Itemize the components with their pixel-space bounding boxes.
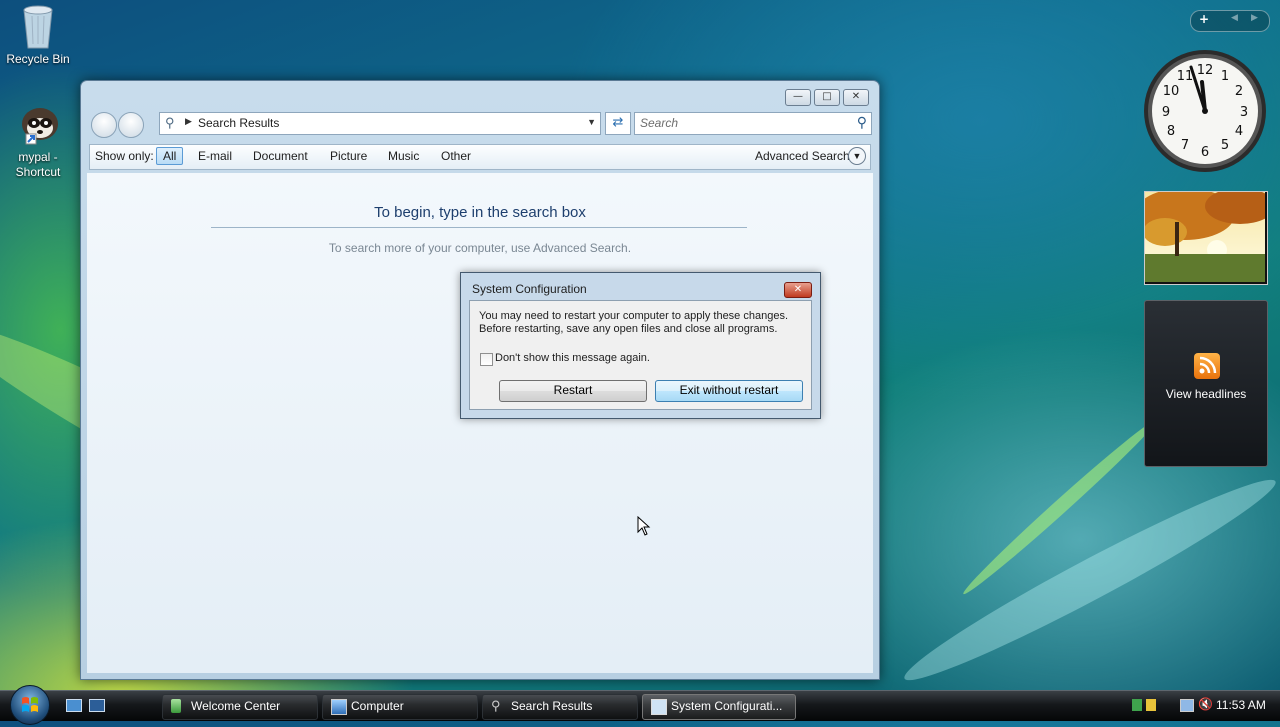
search-icon[interactable]: ⚲	[857, 114, 867, 131]
window-controls: — □ ✕	[785, 89, 869, 106]
system-tray: 🔇 11:53 AM	[1128, 691, 1280, 721]
start-button[interactable]	[10, 685, 50, 725]
autumn-photo-image	[1135, 188, 1275, 282]
clock-number: 8	[1167, 124, 1175, 139]
clock-time[interactable]: 11:53 AM	[1216, 698, 1266, 712]
clock-number: 7	[1181, 138, 1189, 153]
taskbar-computer[interactable]: Computer	[322, 694, 478, 720]
windows-logo-icon	[22, 697, 38, 712]
slideshow-gadget[interactable]	[1135, 188, 1275, 285]
address-bar[interactable]: ⚲ ▶ Search Results ▼	[159, 112, 601, 135]
clock-number: 2	[1235, 84, 1243, 99]
computer-icon	[331, 699, 347, 715]
clock-face: 12 1 2 3 4 5 6 7 8 9 10 11	[1144, 50, 1266, 172]
clock-number: 5	[1221, 138, 1229, 153]
dialog-body: You may need to restart your computer to…	[469, 300, 812, 410]
clock-number: 6	[1201, 145, 1209, 160]
volume-muted-tray-icon[interactable]: 🔇	[1198, 697, 1213, 711]
taskbar: Welcome Center Computer ⚲ Search Results…	[0, 685, 1280, 725]
clock-number: 3	[1240, 105, 1248, 120]
feed-headlines-gadget[interactable]: View headlines	[1144, 300, 1268, 467]
exit-without-restart-button[interactable]: Exit without restart	[655, 380, 803, 402]
recycle-bin-icon	[14, 2, 62, 50]
search-input[interactable]: Search ⚲	[634, 112, 872, 135]
view-headlines-label[interactable]: View headlines	[1145, 387, 1267, 401]
show-only-label: Show only:	[95, 149, 154, 163]
empty-results-hint: To search more of your computer, use Adv…	[328, 241, 632, 255]
raccoon-icon	[14, 100, 62, 148]
clock-number: 1	[1221, 69, 1229, 84]
taskbar-search-results[interactable]: ⚲ Search Results	[482, 694, 638, 720]
taskbar-welcome-center[interactable]: Welcome Center	[162, 694, 318, 720]
title-divider	[211, 227, 747, 228]
wallpaper-streak	[958, 414, 1162, 600]
wallpaper-streak	[895, 463, 1280, 697]
address-dropdown-icon[interactable]: ▼	[587, 117, 596, 127]
minimize-button[interactable]: —	[785, 89, 811, 106]
close-window-button[interactable]: ✕	[843, 89, 869, 106]
system-configuration-icon	[651, 699, 667, 715]
empty-results-title: To begin, type in the search box	[374, 204, 586, 221]
taskbar-system-configuration[interactable]: System Configurati...	[642, 694, 796, 720]
switch-windows-icon[interactable]	[89, 699, 105, 712]
dont-show-checkbox[interactable]	[480, 353, 493, 366]
advanced-search-chevron-icon[interactable]: ▼	[848, 147, 866, 165]
maximize-button[interactable]: □	[814, 89, 840, 106]
filter-music-button[interactable]: Music	[388, 149, 419, 163]
forward-button[interactable]	[118, 112, 144, 138]
dialog-message-line2: Before restarting, save any open files a…	[479, 323, 778, 335]
clock-number: 10	[1163, 84, 1180, 99]
security-center-tray-icon[interactable]	[1132, 699, 1142, 711]
mouse-cursor-icon	[637, 515, 651, 539]
advanced-search-label[interactable]: Advanced Search	[755, 149, 850, 163]
recycle-bin-desktop-icon[interactable]: Recycle Bin	[0, 2, 76, 66]
filter-toolbar: Show only: All E-mail Document Picture M…	[89, 144, 871, 170]
filter-other-button[interactable]: Other	[441, 149, 471, 163]
welcome-center-icon	[171, 699, 181, 713]
navigation-bar: ⚲ ▶ Search Results ▼ ⇄ Search ⚲	[89, 111, 872, 138]
sidebar-controls: + ◀ ▶	[1190, 10, 1270, 32]
clock-number: 12	[1197, 63, 1214, 78]
breadcrumb-arrow-icon[interactable]: ▶	[185, 116, 192, 127]
filter-email-button[interactable]: E-mail	[198, 149, 232, 163]
clock-number: 9	[1162, 105, 1170, 120]
filter-document-button[interactable]: Document	[253, 149, 308, 163]
search-placeholder: Search	[640, 116, 679, 130]
dialog-title: System Configuration	[472, 282, 587, 296]
search-folder-icon: ⚲	[165, 115, 175, 130]
dont-show-label[interactable]: Don't show this message again.	[495, 352, 650, 364]
mypal-shortcut-desktop-icon[interactable]: mypal - Shortcut	[0, 100, 76, 180]
restart-button[interactable]: Restart	[499, 380, 647, 402]
filter-all-button[interactable]: All	[156, 147, 184, 165]
network-tray-icon[interactable]	[1180, 699, 1194, 712]
previous-gadget-icon[interactable]: ◀	[1231, 13, 1238, 23]
clock-number: 4	[1235, 124, 1243, 139]
mypal-shortcut-label: mypal - Shortcut	[15, 150, 61, 179]
search-icon: ⚲	[491, 698, 501, 713]
filter-picture-button[interactable]: Picture	[330, 149, 367, 163]
show-desktop-icon[interactable]	[66, 699, 82, 712]
rss-feed-icon	[1194, 353, 1220, 379]
address-text: Search Results	[198, 116, 280, 130]
dialog-close-button[interactable]: ✕	[784, 282, 812, 298]
results-pane: To begin, type in the search box To sear…	[87, 173, 873, 673]
recycle-bin-label: Recycle Bin	[6, 52, 70, 66]
system-configuration-dialog: System Configuration ✕ You may need to r…	[460, 272, 821, 419]
next-gadget-icon[interactable]: ▶	[1251, 13, 1258, 23]
dialog-message-line1: You may need to restart your computer to…	[479, 310, 788, 322]
update-tray-icon[interactable]	[1146, 699, 1156, 711]
clock-gadget[interactable]: 12 1 2 3 4 5 6 7 8 9 10 11	[1142, 48, 1268, 174]
add-gadget-icon[interactable]: +	[1199, 12, 1209, 26]
refresh-icon[interactable]: ⇄	[605, 112, 631, 135]
back-button[interactable]	[91, 112, 117, 138]
